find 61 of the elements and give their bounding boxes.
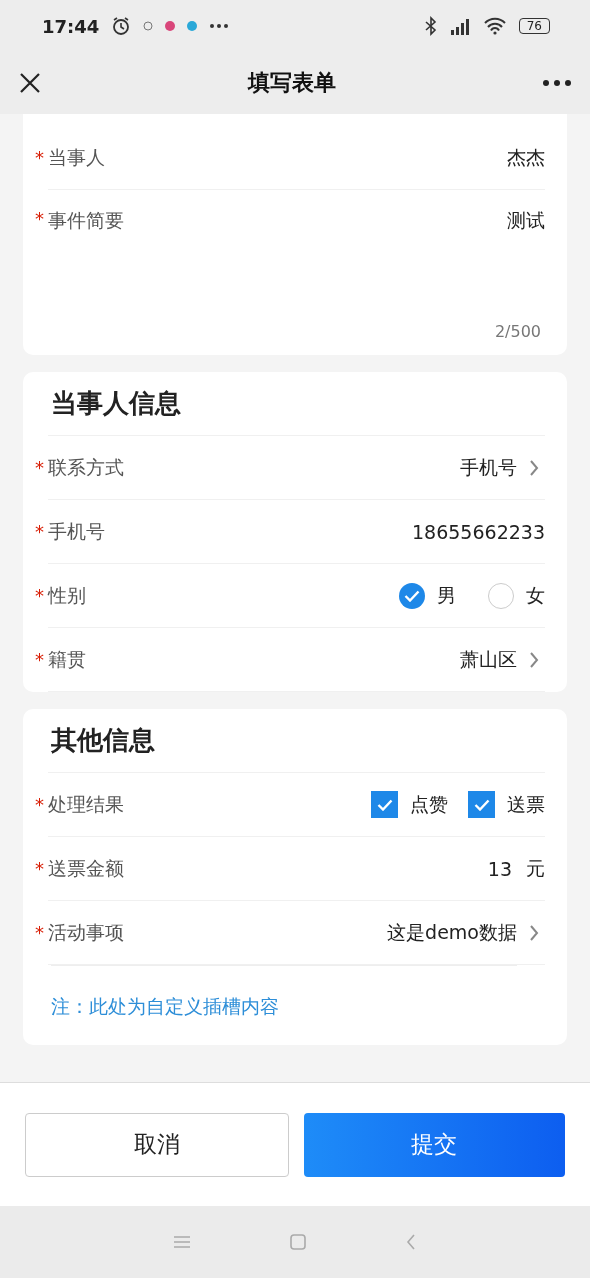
option-label: 女: [526, 582, 545, 608]
app-icon: [165, 21, 176, 31]
cancel-button[interactable]: 取消: [25, 1112, 289, 1177]
chevron-right-icon: [529, 458, 539, 477]
field-label: 联系方式: [48, 454, 125, 480]
required-mark: *: [35, 147, 45, 168]
field-value[interactable]: 13: [487, 857, 512, 880]
more-icon: [209, 23, 230, 29]
battery-indicator: 76: [518, 18, 550, 34]
required-mark: *: [35, 858, 45, 879]
home-icon[interactable]: [290, 1234, 306, 1250]
checkbox[interactable]: [371, 791, 398, 818]
alarm-icon: [111, 16, 132, 36]
bluetooth-icon: [424, 16, 437, 36]
back-icon[interactable]: [406, 1234, 416, 1250]
chevron-right-icon: [529, 923, 539, 942]
checkmark-icon: [376, 798, 393, 811]
field-value[interactable]: 测试: [507, 208, 545, 234]
option-label: 男: [437, 582, 456, 608]
chevron-right-icon: [529, 650, 539, 669]
section-title: 其他信息: [48, 709, 545, 773]
field-label: 手机号: [48, 518, 106, 544]
notification-icon: [143, 21, 154, 31]
submit-button[interactable]: 提交: [303, 1112, 565, 1177]
required-mark: *: [35, 649, 45, 670]
signal-icon: [448, 16, 471, 36]
radio-button[interactable]: [399, 582, 425, 609]
field-label: 活动事项: [48, 919, 125, 945]
radio-button[interactable]: [488, 582, 514, 609]
field-value[interactable]: 18655662233: [412, 520, 545, 543]
select-value[interactable]: 萧山区: [460, 646, 517, 673]
unit-label: 元: [526, 855, 545, 881]
required-mark: *: [35, 521, 45, 542]
field-label: 性别: [48, 582, 87, 608]
checkmark-icon: [404, 589, 420, 602]
app-icon: [187, 21, 198, 31]
checkbox[interactable]: [468, 791, 495, 818]
field-label: 送票金额: [48, 855, 125, 881]
wifi-icon: [482, 17, 507, 35]
option-label: 送票: [507, 791, 545, 817]
required-mark: *: [35, 457, 45, 478]
field-value[interactable]: 杰杰: [507, 144, 545, 171]
char-counter: 2/500: [494, 322, 541, 341]
required-mark: *: [35, 208, 45, 229]
required-mark: *: [35, 794, 45, 815]
note-text: 注：此处为自定义插槽内容: [51, 965, 517, 1045]
section-title: 当事人信息: [48, 372, 545, 436]
field-label: 籍贯: [48, 646, 87, 672]
field-label: 处理结果: [48, 791, 125, 817]
status-time: 17:44: [42, 15, 100, 37]
select-value[interactable]: 手机号: [460, 454, 517, 481]
field-label: 事件简要: [48, 208, 125, 233]
checkmark-icon: [473, 798, 490, 811]
option-label: 点赞: [410, 791, 448, 817]
select-value[interactable]: 这是demo数据: [387, 919, 517, 946]
field-label: 当事人: [48, 144, 106, 170]
required-mark: *: [35, 585, 45, 606]
required-mark: *: [35, 922, 45, 943]
close-icon[interactable]: [18, 71, 42, 95]
page-title: 填写表单: [248, 69, 336, 97]
more-icon[interactable]: [542, 79, 572, 87]
